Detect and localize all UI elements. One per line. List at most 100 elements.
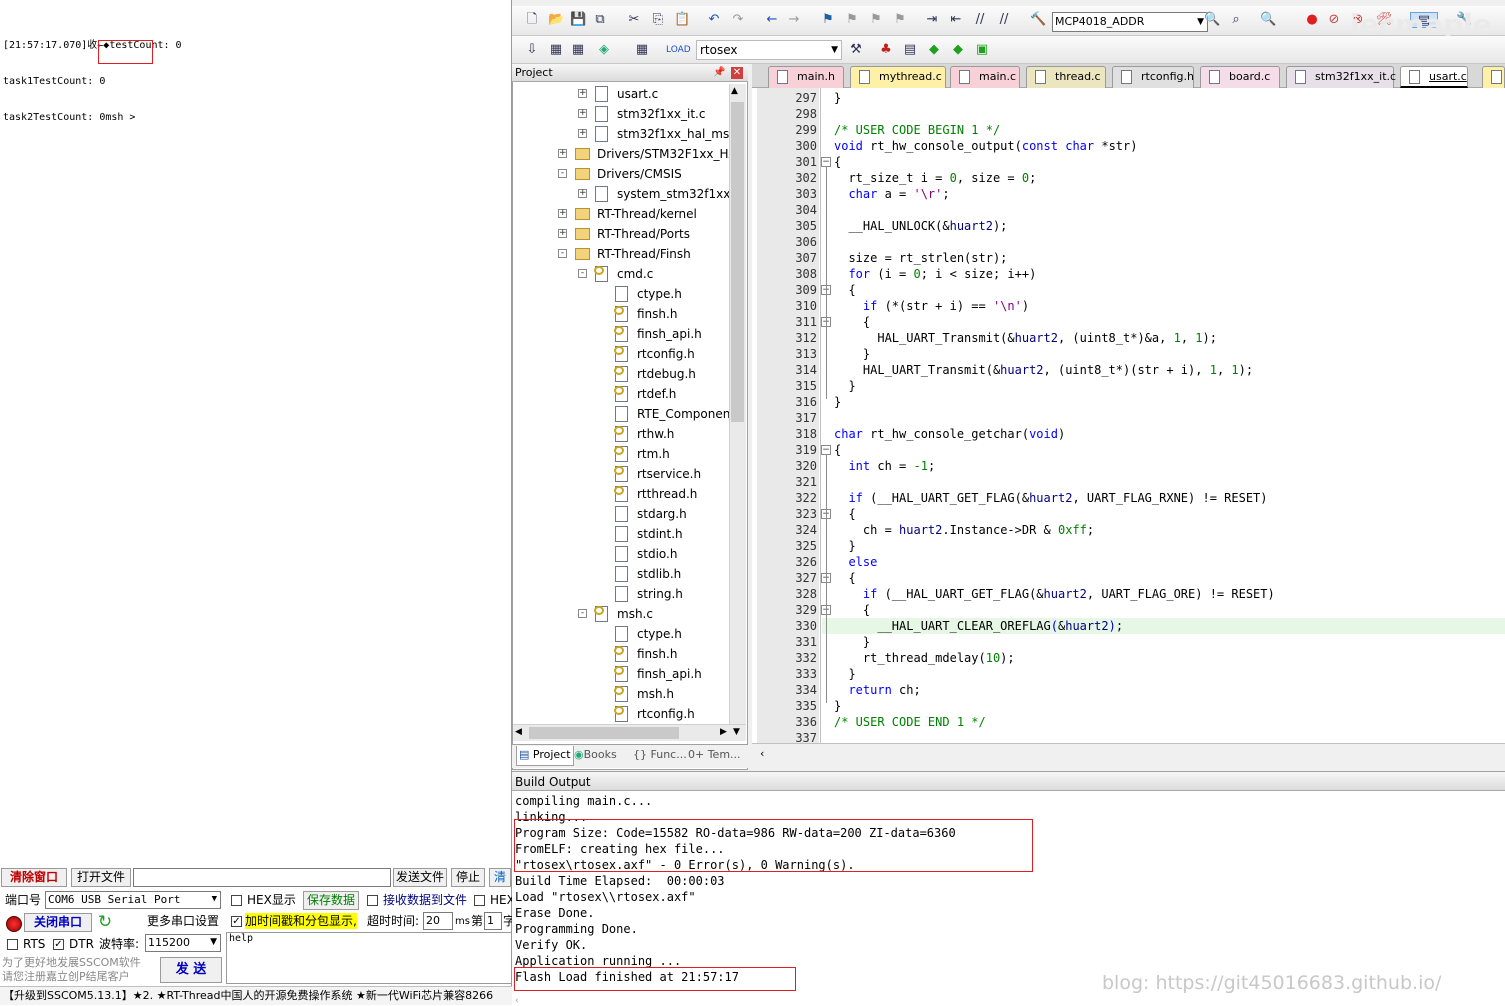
scroll-left-icon[interactable]: ‹ — [760, 747, 764, 760]
stop-build-icon[interactable]: ▦ — [634, 42, 650, 58]
fold-toggle-icon[interactable]: − — [821, 445, 831, 455]
code-line[interactable]: } — [834, 346, 870, 362]
tree-node[interactable]: + Drivers/STM32F1xx_HAL_ — [513, 144, 729, 164]
project-target-select[interactable]: rtosex ▼ — [696, 40, 842, 60]
code-line[interactable]: if (__HAL_UART_GET_FLAG(&huart2, UART_FL… — [834, 586, 1275, 602]
clear-window-button[interactable]: 清除窗口 — [1, 868, 67, 887]
open-file-button[interactable]: 打开文件 — [71, 868, 131, 887]
code-line[interactable]: { — [834, 314, 870, 330]
tree-node[interactable]: + RT-Thread/Ports — [513, 224, 729, 244]
target-options-icon[interactable]: ⚒ — [848, 42, 864, 58]
close-icon[interactable]: ✕ — [731, 67, 743, 79]
tree-node[interactable]: string.h — [513, 584, 729, 604]
hex-send-checkbox[interactable] — [474, 895, 485, 906]
code-line[interactable]: { — [834, 602, 870, 618]
code-line[interactable]: return ch; — [834, 682, 920, 698]
scroll-right-icon[interactable]: ▶ — [720, 727, 727, 737]
unindent-icon[interactable]: ⇤ — [948, 12, 964, 28]
more-settings-link[interactable]: 更多串口设置 — [147, 913, 219, 929]
code-line[interactable]: rt_size_t i = 0, size = 0; — [834, 170, 1036, 186]
timeout-input[interactable]: 20 — [423, 912, 453, 930]
find-in-files-icon[interactable]: 🔨 — [1030, 12, 1046, 28]
pack-installer-icon[interactable]: ◆ — [950, 42, 966, 58]
collapse-icon[interactable]: - — [558, 249, 567, 258]
promo-line-1[interactable]: 为了更好地发展SSCOM软件 — [2, 956, 141, 970]
tree-node[interactable]: stdint.h — [513, 524, 729, 544]
code-line[interactable]: { — [834, 570, 855, 586]
file-tab[interactable]: usart.c — [1400, 66, 1468, 88]
expand-icon[interactable]: + — [578, 109, 587, 118]
incremental-find-icon[interactable]: 🔍 — [1204, 12, 1220, 28]
expand-icon[interactable]: + — [558, 209, 567, 218]
nav-forward-icon[interactable]: → — [786, 12, 802, 28]
batch-build-icon[interactable]: ◈ — [596, 42, 612, 58]
tree-node[interactable]: stdio.h — [513, 544, 729, 564]
tree-node[interactable]: + system_stm32f1xx.c — [513, 184, 729, 204]
tree-node[interactable]: - cmd.c — [513, 264, 729, 284]
translate-icon[interactable]: ⇩ — [524, 42, 540, 58]
refresh-icon[interactable]: ↻ — [96, 913, 114, 931]
editor-horizontal-scrollbar[interactable]: ‹ — [752, 743, 1505, 765]
code-line[interactable]: { — [834, 442, 841, 458]
collapse-icon[interactable]: - — [578, 609, 587, 618]
tree-node[interactable]: - RT-Thread/Finsh — [513, 244, 729, 264]
port-select[interactable]: COM6 USB Serial Port ▼ — [45, 891, 221, 909]
tree-node[interactable]: finsh_api.h — [513, 664, 729, 684]
manage-components-icon[interactable]: ♣ — [878, 42, 894, 58]
target-combo[interactable]: MCP4018_ADDR ▼ — [1052, 12, 1208, 32]
code-line[interactable]: int ch = -1; — [834, 458, 935, 474]
save-data-button[interactable]: 保存数据 — [303, 891, 359, 910]
receive-terminal[interactable]: [21:57:17.070]收←◆testCount: 0 task1TestC… — [0, 6, 510, 866]
save-all-icon[interactable]: ⧉ — [592, 12, 608, 28]
tree-node[interactable]: + stm32f1xx_hal_msp.c — [513, 124, 729, 144]
file-tab[interactable]: main.c — [950, 66, 1020, 88]
code-line[interactable]: } — [834, 394, 841, 410]
code-line[interactable]: { — [834, 154, 841, 170]
tree-node[interactable]: ctype.h — [513, 624, 729, 644]
code-line[interactable]: } — [834, 538, 855, 554]
select-packs-icon[interactable]: ▣ — [974, 42, 990, 58]
nav-back-icon[interactable]: ← — [764, 12, 780, 28]
hex-display-checkbox[interactable] — [231, 895, 242, 906]
send-textarea[interactable]: help — [226, 932, 512, 984]
baud-select[interactable]: 115200 ▼ — [145, 934, 221, 952]
stop-button[interactable]: 停止 — [451, 868, 485, 887]
tree-node[interactable]: msh.h — [513, 684, 729, 704]
indent-icon[interactable]: ⇥ — [924, 12, 940, 28]
tab-templates[interactable]: 0+ Tem... — [688, 746, 741, 766]
promo-line-2[interactable]: 请您注册嘉立创P结尾客户 — [2, 970, 130, 984]
code-line[interactable]: if (*(str + i) == '\n') — [834, 298, 1029, 314]
debug-icon[interactable]: 🔍 — [1260, 12, 1276, 28]
file-tab[interactable]: mythread.c — [850, 66, 946, 88]
download-icon[interactable]: LOAD — [666, 42, 691, 58]
tree-node[interactable]: + usart.c — [513, 84, 729, 104]
tree-node[interactable]: rthw.h — [513, 424, 729, 444]
tree-node[interactable]: ctype.h — [513, 284, 729, 304]
code-line[interactable]: } — [834, 378, 855, 394]
code-line[interactable]: size = rt_strlen(str); — [834, 250, 1007, 266]
code-line[interactable]: if (__HAL_UART_GET_FLAG(&huart2, UART_FL… — [834, 490, 1267, 506]
rte-icon[interactable]: ◆ — [926, 42, 942, 58]
breakpoint-icon[interactable]: ● — [1304, 12, 1320, 28]
open-folder-icon[interactable]: 📂 — [548, 12, 564, 28]
code-line[interactable]: } — [834, 666, 855, 682]
code-line[interactable]: __HAL_UNLOCK(&huart2); — [834, 218, 1007, 234]
copy-icon[interactable]: ⎘ — [650, 12, 666, 28]
tree-node[interactable]: rtservice.h — [513, 464, 729, 484]
code-line[interactable]: /* USER CODE BEGIN 1 */ — [834, 122, 1000, 138]
recv-to-file-checkbox[interactable] — [367, 895, 378, 906]
tree-node[interactable]: finsh.h — [513, 644, 729, 664]
code-line[interactable]: char a = '\r'; — [834, 186, 949, 202]
rts-checkbox[interactable] — [7, 939, 18, 950]
cut-icon[interactable]: ✂ — [626, 12, 642, 28]
code-line[interactable]: } — [834, 90, 841, 106]
send-button[interactable]: 发 送 — [160, 957, 222, 983]
code-line[interactable]: rt_thread_mdelay(10); — [834, 650, 1015, 666]
code-line[interactable]: } — [834, 634, 870, 650]
tree-node[interactable]: rtconfig.h — [513, 344, 729, 364]
nth-input[interactable]: 1 — [484, 912, 502, 930]
code-line[interactable]: } — [834, 698, 841, 714]
bookmark-prev-icon[interactable]: ⚑ — [844, 12, 860, 28]
bookmark-next-icon[interactable]: ⚑ — [868, 12, 884, 28]
file-tab[interactable]: stm32f1xx_it.c — [1286, 66, 1396, 88]
